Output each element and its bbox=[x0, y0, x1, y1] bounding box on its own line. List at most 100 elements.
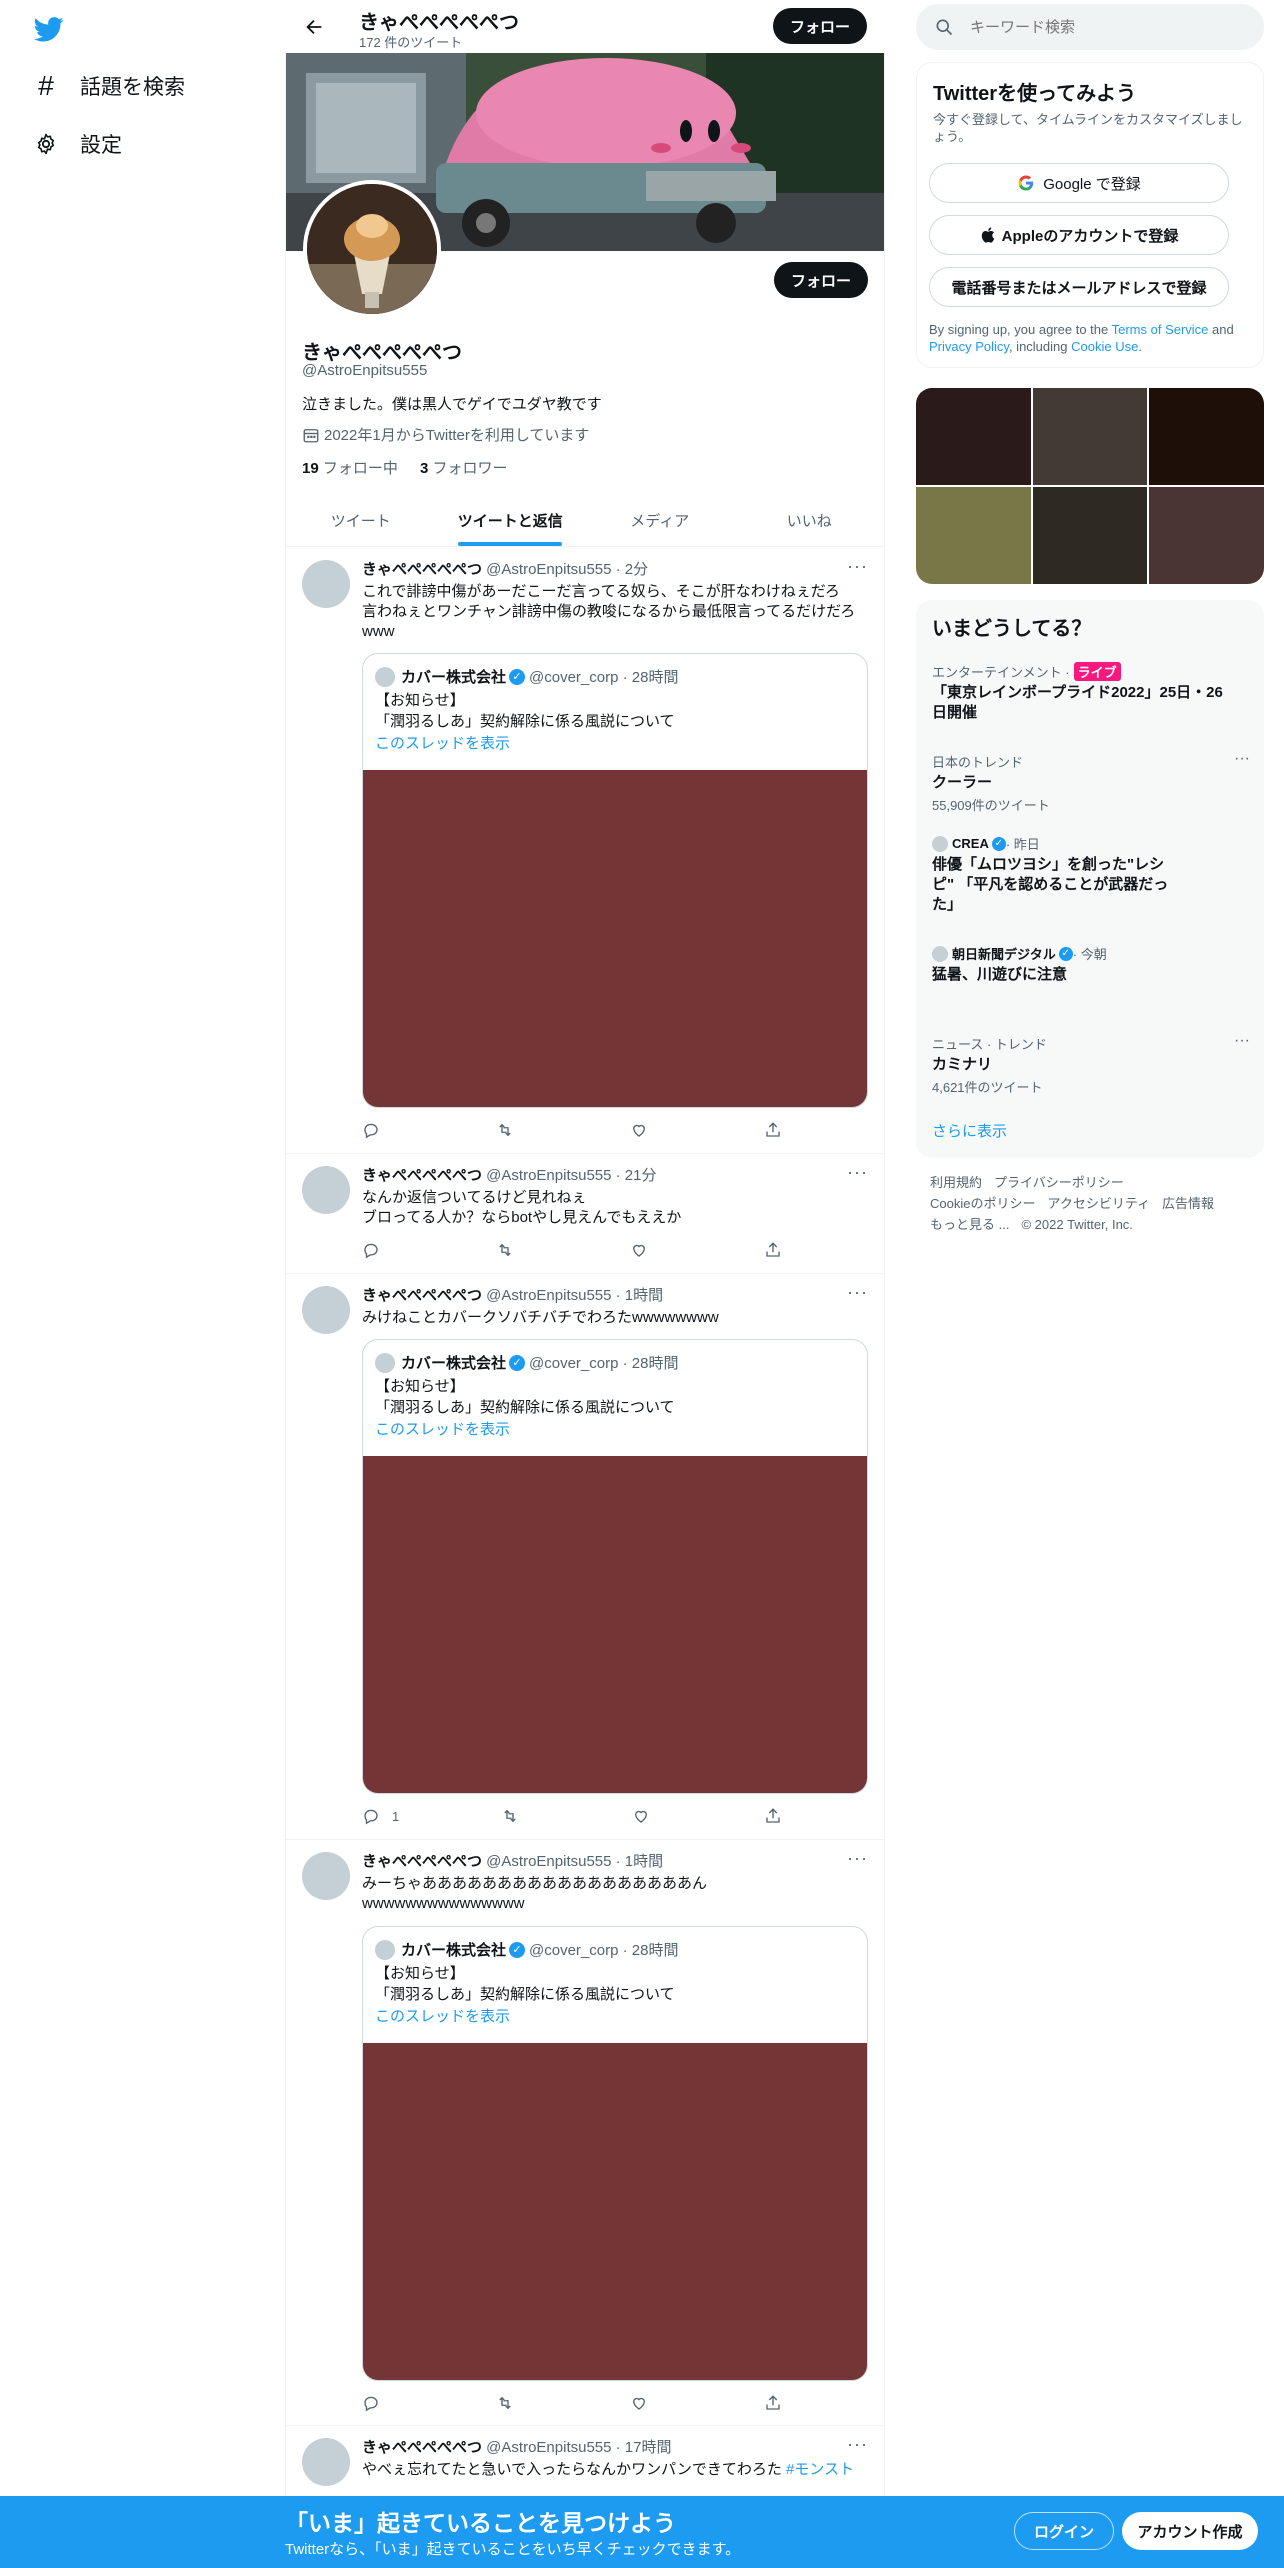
media-thumbnail[interactable] bbox=[1032, 388, 1148, 485]
trend-item[interactable]: 日本のトレンド クーラー 55,909件のツイート bbox=[932, 752, 1232, 814]
tweet-avatar[interactable] bbox=[302, 1166, 350, 1214]
footer-link-ads[interactable]: 広告情報 bbox=[1162, 1196, 1214, 1211]
followers-link[interactable]: 3 フォロワー bbox=[420, 460, 508, 477]
more-icon[interactable]: ··· bbox=[847, 2434, 868, 2455]
more-icon[interactable]: ··· bbox=[847, 556, 868, 577]
tweet-author-name[interactable]: きゃぺぺぺぺぺつ bbox=[362, 561, 482, 578]
media-thumbnail[interactable] bbox=[1149, 388, 1264, 485]
tab-likes[interactable]: いいね bbox=[735, 494, 885, 546]
create-account-button[interactable]: アカウント作成 bbox=[1122, 2512, 1258, 2550]
trend-topic: クーラー bbox=[932, 774, 993, 791]
media-thumbnail[interactable] bbox=[916, 487, 1031, 584]
footer-link-more[interactable]: もっと見る ... bbox=[930, 1217, 1009, 1232]
login-button[interactable]: ログイン bbox=[1014, 2512, 1114, 2550]
trend-item[interactable]: CREA ✓ · 昨日 俳優「ムロツヨシ」を創った"レシピ" 「平凡を認めることが… bbox=[932, 834, 1232, 915]
show-thread-link[interactable]: このスレッドを表示 bbox=[375, 1418, 510, 1439]
footer-link-terms[interactable]: 利用規約 bbox=[930, 1175, 982, 1190]
tweet-author-name[interactable]: きゃぺぺぺぺぺつ bbox=[362, 2439, 482, 2456]
quoted-tweet[interactable]: カバー株式会社 ✓ @cover_corp · 28時間 【お知らせ】 「潤羽るしあ」… bbox=[362, 1339, 868, 1794]
trend-item[interactable]: 朝日新聞デジタル ✓ · 今朝 猛暑、川遊びに注意 bbox=[932, 944, 1232, 985]
tweet-avatar[interactable] bbox=[302, 1286, 350, 1334]
tweet-avatar[interactable] bbox=[302, 2438, 350, 2486]
twitter-logo-icon[interactable] bbox=[32, 14, 66, 44]
quoted-tweet-header: カバー株式会社 ✓ @cover_corp · 28時間 bbox=[375, 1352, 678, 1373]
show-more-link[interactable]: さらに表示 bbox=[932, 1120, 1007, 1141]
search-box[interactable] bbox=[916, 4, 1264, 50]
tweet-item[interactable]: きゃぺぺぺぺぺつ @AstroEnpitsu555 · 1時間 ··· みーちゃ… bbox=[286, 1840, 884, 2426]
nav-settings[interactable]: 設定 bbox=[30, 120, 122, 168]
media-thumbnail[interactable] bbox=[1032, 487, 1148, 584]
trend-item[interactable]: ニュース · トレンド カミナリ 4,621件のツイート bbox=[932, 1034, 1232, 1096]
like-button[interactable] bbox=[630, 1120, 660, 1140]
profile-follow-button[interactable]: フォロー bbox=[774, 262, 868, 298]
more-icon[interactable]: ··· bbox=[847, 1282, 868, 1303]
apple-signup-button[interactable]: Appleのアカウントで登録 bbox=[929, 215, 1229, 255]
reply-button[interactable] bbox=[362, 1240, 392, 1260]
retweet-button[interactable] bbox=[496, 2393, 526, 2413]
tweet-item[interactable]: きゃぺぺぺぺぺつ @AstroEnpitsu555 · 17時間 ··· やべぇ… bbox=[286, 2426, 884, 2496]
hashtag-link[interactable]: #モンスト bbox=[786, 2461, 854, 2478]
tweet-author-name[interactable]: きゃぺぺぺぺぺつ bbox=[362, 1167, 482, 1184]
heart-icon bbox=[633, 2397, 645, 2410]
search-input[interactable] bbox=[970, 18, 1230, 36]
reply-button[interactable] bbox=[362, 2393, 392, 2413]
trend-source: 朝日新聞デジタル bbox=[952, 947, 1056, 962]
tweet-author-name[interactable]: きゃぺぺぺぺぺつ bbox=[362, 1287, 482, 1304]
back-arrow-icon[interactable] bbox=[299, 12, 329, 42]
share-button[interactable] bbox=[764, 1806, 782, 1826]
tweet-avatar[interactable] bbox=[302, 1852, 350, 1900]
following-link[interactable]: 19 フォロー中 bbox=[302, 460, 398, 477]
quoted-tweet[interactable]: カバー株式会社 ✓ @cover_corp · 28時間 【お知らせ】 「潤羽るしあ」… bbox=[362, 653, 868, 1108]
trend-tweet-count: 4,621件のツイート bbox=[932, 1080, 1043, 1095]
phone-email-signup-button[interactable]: 電話番号またはメールアドレスで登録 bbox=[929, 267, 1229, 307]
tab-tweets-and-replies[interactable]: ツイートと返信 bbox=[436, 494, 586, 546]
terms-link[interactable]: Terms of Service bbox=[1112, 322, 1209, 337]
retweet-button[interactable] bbox=[496, 1240, 526, 1260]
tweet-item[interactable]: きゃぺぺぺぺぺつ @AstroEnpitsu555 · 21分 ··· なんか返… bbox=[286, 1154, 884, 1274]
quoted-avatar bbox=[375, 1939, 395, 1960]
trend-topic: 「東京レインボープライド2022」25日・26日開催 bbox=[932, 684, 1223, 721]
tweet-avatar[interactable] bbox=[302, 560, 350, 608]
show-thread-link[interactable]: このスレッドを表示 bbox=[375, 2005, 510, 2026]
profile-avatar[interactable] bbox=[303, 180, 441, 318]
media-thumbnail[interactable] bbox=[1149, 487, 1264, 584]
share-button[interactable] bbox=[764, 1240, 782, 1260]
tweet-item[interactable]: きゃぺぺぺぺぺつ @AstroEnpitsu555 · 1時間 ··· みけねこ… bbox=[286, 1274, 884, 1840]
retweet-button[interactable] bbox=[501, 1806, 531, 1826]
show-thread-link[interactable]: このスレッドを表示 bbox=[375, 732, 510, 753]
reply-button[interactable]: 1 bbox=[362, 1806, 399, 1826]
like-button[interactable] bbox=[630, 2393, 660, 2413]
tweet-item[interactable]: きゃぺぺぺぺぺつ @AstroEnpitsu555 · 2分 ··· これで誹謗… bbox=[286, 548, 884, 1154]
trend-item[interactable]: エンターテインメント · ライブ 「東京レインボープライド2022」25日・26… bbox=[932, 662, 1232, 723]
footer-link-accessibility[interactable]: アクセシビリティ bbox=[1047, 1196, 1150, 1211]
media-thumbnail[interactable] bbox=[916, 388, 1031, 485]
quoted-tweet[interactable]: カバー株式会社 ✓ @cover_corp · 28時間 【お知らせ】 「潤羽るしあ」… bbox=[362, 1926, 868, 2381]
like-button[interactable] bbox=[630, 1240, 660, 1260]
privacy-link[interactable]: Privacy Policy bbox=[929, 339, 1009, 354]
tab-tweets[interactable]: ツイート bbox=[286, 494, 436, 546]
bottom-signup-bar: 「いま」起きていることを見つけよう Twitterなら、「いま」起きていることを… bbox=[0, 2496, 1284, 2568]
quoted-media-image[interactable] bbox=[363, 770, 867, 1107]
tweet-author-name[interactable]: きゃぺぺぺぺぺつ bbox=[362, 1853, 482, 1870]
more-icon[interactable]: ··· bbox=[847, 1162, 868, 1183]
google-signup-button[interactable]: Google で登録 bbox=[929, 163, 1229, 203]
footer-links: 利用規約 プライバシーポリシー Cookieのポリシー アクセシビリティ 広告情報 も… bbox=[930, 1172, 1250, 1235]
trend-more-icon[interactable]: ··· bbox=[1234, 750, 1250, 768]
quoted-media-image[interactable] bbox=[363, 2043, 867, 2380]
reply-button[interactable] bbox=[362, 1120, 392, 1140]
nav-explore[interactable]: # 話題を検索 bbox=[30, 62, 185, 110]
cookie-link[interactable]: Cookie Use bbox=[1071, 339, 1138, 354]
retweet-button[interactable] bbox=[496, 1120, 526, 1140]
quoted-media-image[interactable] bbox=[363, 1456, 867, 1793]
footer-link-privacy[interactable]: プライバシーポリシー bbox=[994, 1175, 1124, 1190]
like-button[interactable] bbox=[632, 1806, 662, 1826]
share-button[interactable] bbox=[764, 2393, 782, 2413]
trend-more-icon[interactable]: ··· bbox=[1234, 1032, 1250, 1050]
tab-media[interactable]: メディア bbox=[585, 494, 735, 546]
more-icon[interactable]: ··· bbox=[847, 1848, 868, 1869]
heart-icon bbox=[633, 1124, 645, 1137]
tweet-actions: 1 bbox=[362, 1806, 782, 1826]
share-button[interactable] bbox=[764, 1120, 782, 1140]
footer-link-cookie[interactable]: Cookieのポリシー bbox=[930, 1196, 1035, 1211]
header-follow-button[interactable]: フォロー bbox=[773, 8, 867, 44]
